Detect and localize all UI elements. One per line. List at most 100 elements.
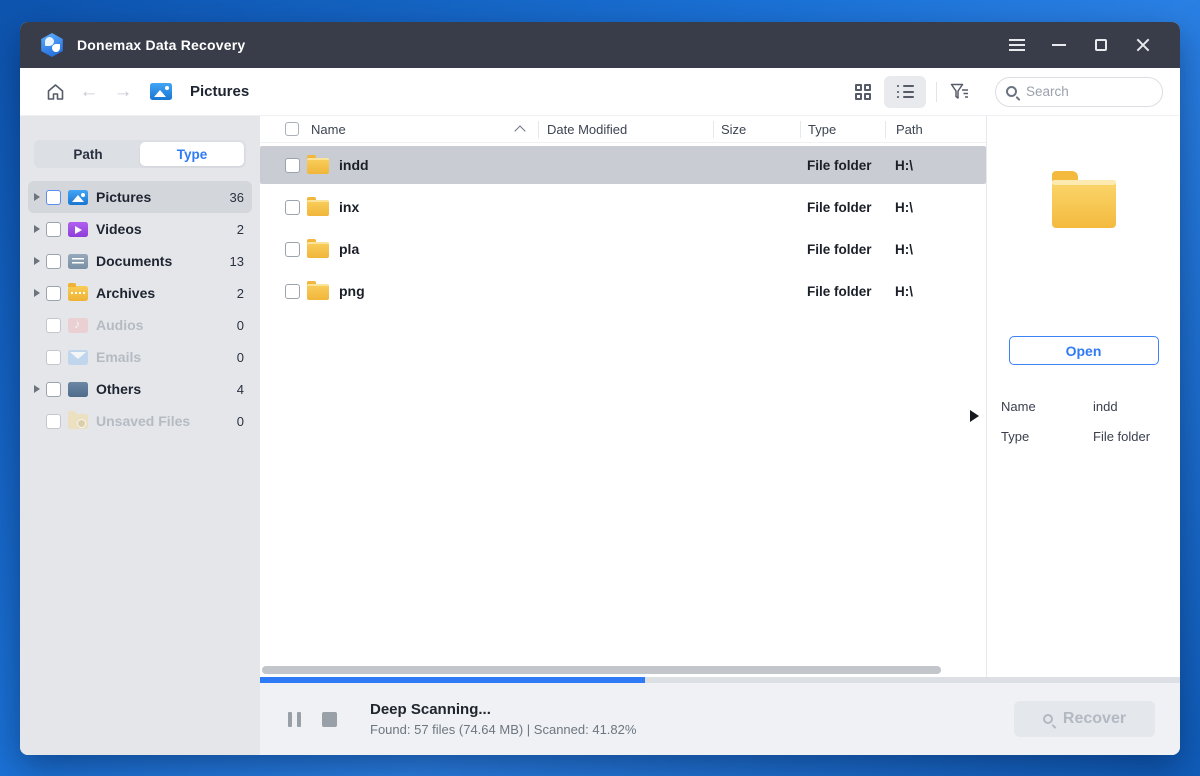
table-row[interactable]: png File folder H:\ — [260, 272, 986, 310]
path-type-tabs: Path Type — [34, 140, 246, 168]
others-checkbox[interactable] — [46, 381, 61, 397]
expander-icon[interactable] — [34, 225, 46, 233]
sidebar-item-unsaved-files[interactable]: Unsaved Files 0 — [28, 405, 252, 437]
table-row[interactable]: inx File folder H:\ — [260, 188, 986, 226]
unsaved-files-checkbox[interactable] — [46, 413, 61, 429]
search-input[interactable] — [1026, 84, 1136, 99]
tree-item-label: Others — [96, 381, 142, 397]
menu-button[interactable] — [1000, 30, 1034, 60]
tree-item-label: Videos — [96, 221, 142, 237]
documents-folder-icon — [68, 253, 88, 269]
back-arrow-icon: ← — [79, 81, 99, 102]
sidebar-item-audios[interactable]: Audios 0 — [28, 309, 252, 341]
maximize-button[interactable] — [1084, 30, 1118, 60]
column-header-path[interactable]: Path — [885, 120, 986, 138]
field-label: Name — [1001, 399, 1036, 414]
field-value: File folder — [1093, 429, 1151, 444]
documents-checkbox[interactable] — [46, 253, 61, 269]
table-row[interactable]: indd File folder H:\ — [260, 146, 986, 184]
pause-icon — [288, 711, 301, 727]
tab-path[interactable]: Path — [36, 142, 140, 166]
tree-item-label: Pictures — [96, 189, 152, 205]
forward-button[interactable]: → — [110, 79, 136, 105]
tree-item-label: Archives — [96, 285, 156, 301]
title-bar: Donemax Data Recovery — [20, 22, 1180, 68]
list-view-icon — [896, 85, 914, 98]
column-header-type[interactable]: Type — [800, 120, 885, 138]
tree-item-count: 0 — [236, 413, 244, 429]
pause-button[interactable] — [288, 711, 301, 727]
archives-checkbox[interactable] — [46, 285, 61, 301]
breadcrumb[interactable]: Pictures — [150, 83, 249, 100]
window-title: Donemax Data Recovery — [77, 37, 246, 53]
emails-checkbox[interactable] — [46, 349, 61, 365]
tab-type[interactable]: Type — [140, 142, 244, 166]
horizontal-scrollbar[interactable] — [262, 666, 984, 674]
grid-view-icon — [855, 83, 871, 100]
column-label: Name — [311, 121, 346, 137]
list-view-button[interactable] — [884, 75, 926, 108]
tree-item-count: 4 — [236, 381, 244, 397]
home-icon — [47, 83, 63, 100]
open-button[interactable]: Open — [1008, 336, 1159, 365]
expander-icon[interactable] — [34, 289, 46, 297]
unsaved-folder-icon — [68, 410, 88, 429]
close-button[interactable] — [1126, 30, 1160, 60]
file-path: H:\ — [895, 283, 913, 299]
home-button[interactable] — [42, 79, 68, 105]
grid-view-button[interactable] — [842, 76, 884, 108]
file-path: H:\ — [895, 241, 913, 257]
folder-icon — [307, 196, 329, 216]
expander-icon[interactable] — [34, 385, 46, 393]
tree-item-label: Emails — [96, 349, 142, 365]
file-name: pla — [339, 241, 360, 257]
sidebar-item-emails[interactable]: Emails 0 — [28, 341, 252, 373]
panel-collapse-arrow-icon[interactable] — [970, 410, 979, 422]
pictures-folder-icon — [68, 189, 88, 205]
pictures-folder-icon — [150, 83, 172, 100]
minimize-button[interactable] — [1042, 30, 1076, 60]
file-type: File folder — [807, 157, 872, 173]
file-type: File folder — [807, 241, 872, 257]
column-header-date-modified[interactable]: Date Modified — [538, 120, 713, 138]
folder-icon — [307, 154, 329, 174]
audios-checkbox[interactable] — [46, 317, 61, 333]
videos-checkbox[interactable] — [46, 221, 61, 237]
row-checkbox[interactable] — [285, 199, 300, 215]
tree-item-label: Unsaved Files — [96, 413, 191, 429]
pictures-checkbox[interactable] — [46, 189, 61, 205]
sidebar: Path Type Pictures 36 Videos 2 Documents… — [20, 116, 260, 755]
file-type: File folder — [807, 283, 872, 299]
filter-button[interactable] — [947, 79, 973, 105]
sort-ascending-icon — [514, 124, 526, 137]
expander-icon[interactable] — [34, 257, 46, 265]
select-all-checkbox[interactable] — [285, 122, 299, 136]
sidebar-item-others[interactable]: Others 4 — [28, 373, 252, 405]
file-path: H:\ — [895, 157, 913, 173]
sidebar-item-pictures[interactable]: Pictures 36 — [28, 181, 252, 213]
sidebar-item-videos[interactable]: Videos 2 — [28, 213, 252, 245]
row-checkbox[interactable] — [285, 241, 300, 257]
tree-item-label: Audios — [96, 317, 144, 333]
expander-icon[interactable] — [34, 193, 46, 201]
column-label: Path — [896, 121, 923, 137]
back-button[interactable]: ← — [76, 79, 102, 105]
sidebar-item-archives[interactable]: Archives 2 — [28, 277, 252, 309]
app-window: Donemax Data Recovery ← → Pictures Searc… — [20, 22, 1180, 755]
recover-button[interactable]: Recover — [1014, 701, 1155, 737]
file-list: Name Date Modified Size Type Path indd F… — [260, 116, 986, 677]
file-name: inx — [339, 199, 360, 215]
toolbar: ← → Pictures — [20, 68, 1180, 116]
row-checkbox[interactable] — [285, 283, 300, 299]
column-header-name[interactable]: Name — [260, 121, 538, 138]
file-name: indd — [339, 157, 369, 173]
search-icon — [1006, 86, 1017, 97]
emails-envelope-icon — [68, 349, 88, 365]
row-checkbox[interactable] — [285, 157, 300, 173]
scrollbar-thumb[interactable] — [262, 666, 941, 674]
sidebar-item-documents[interactable]: Documents 13 — [28, 245, 252, 277]
column-header-size[interactable]: Size — [713, 120, 800, 138]
stop-button[interactable] — [322, 711, 337, 727]
table-row[interactable]: pla File folder H:\ — [260, 230, 986, 268]
tree-item-count: 2 — [236, 285, 244, 301]
